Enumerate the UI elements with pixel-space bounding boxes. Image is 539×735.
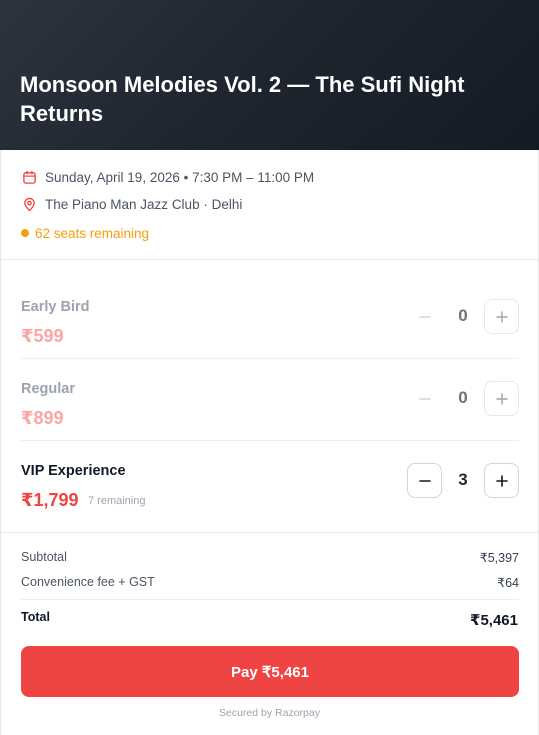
decrease-button[interactable] [407,299,442,334]
minus-icon [418,479,431,482]
fee-row: Convenience fee + GST ₹64 [21,575,519,590]
seats-remaining-text: 62 seats remaining [35,225,150,241]
divider [1,532,538,533]
plus-icon [495,474,508,487]
divider [1,259,538,260]
increase-button[interactable] [484,463,519,498]
plus-icon [495,392,508,405]
subtotal-value: ₹5,397 [479,551,519,565]
ticket-regular: Regular ₹899 0 [21,381,519,441]
subtotal-label: Subtotal [21,550,67,564]
divider [21,440,519,441]
status-dot [21,229,29,237]
ticket-remaining: 7 remaining [88,495,146,507]
event-title: Monsoon Melodies Vol. 2 — The Sufi Night… [20,72,465,126]
divider [21,599,519,600]
minus-icon [418,315,431,318]
ticket-name: Regular [21,381,75,397]
quantity-value: 3 [458,470,468,489]
map-pin-icon [21,196,37,212]
event-hero: Monsoon Melodies Vol. 2 — The Sufi Night… [0,0,539,150]
ticket-price: ₹899 [21,408,64,428]
plus-icon [495,310,508,323]
decrease-button[interactable] [407,381,442,416]
subtotal-row: Subtotal ₹5,397 [21,550,519,565]
quantity-stepper: 0 [407,381,519,416]
event-venue: The Piano Man Jazz Club · Delhi [45,196,243,212]
total-label: Total [21,610,50,624]
ticket-name: Early Bird [21,299,90,315]
increase-button[interactable] [484,299,519,334]
event-datetime: Sunday, April 19, 2026 • 7:30 PM – 11:00… [45,169,315,185]
quantity-value: 0 [458,306,468,325]
pay-button[interactable]: Pay ₹5,461 [21,646,519,697]
ticket-name: VIP Experience [21,463,126,479]
increase-button[interactable] [484,381,519,416]
divider [21,358,519,359]
quantity-value: 0 [458,388,468,407]
total-value: ₹5,461 [470,612,518,629]
calendar-icon [21,169,37,185]
ticket-price: ₹599 [21,326,64,346]
ticket-price: ₹1,799 [21,490,79,510]
secured-by-note: Secured by Razorpay [219,707,320,719]
ticket-early-bird: Early Bird ₹599 0 [21,299,519,359]
fee-value: ₹64 [497,576,519,590]
quantity-stepper: 3 [407,463,519,498]
fee-label: Convenience fee + GST [21,575,155,589]
quantity-stepper: 0 [407,299,519,334]
ticket-vip-experience: VIP Experience ₹1,799 7 remaining 3 [21,463,519,523]
seats-remaining: 62 seats remaining [21,224,149,242]
event-datetime-row: Sunday, April 19, 2026 • 7:30 PM – 11:00… [21,168,314,186]
decrease-button[interactable] [407,463,442,498]
booking-card: Sunday, April 19, 2026 • 7:30 PM – 11:00… [0,150,539,735]
minus-icon [418,397,431,400]
event-venue-row: The Piano Man Jazz Club · Delhi [21,195,242,213]
